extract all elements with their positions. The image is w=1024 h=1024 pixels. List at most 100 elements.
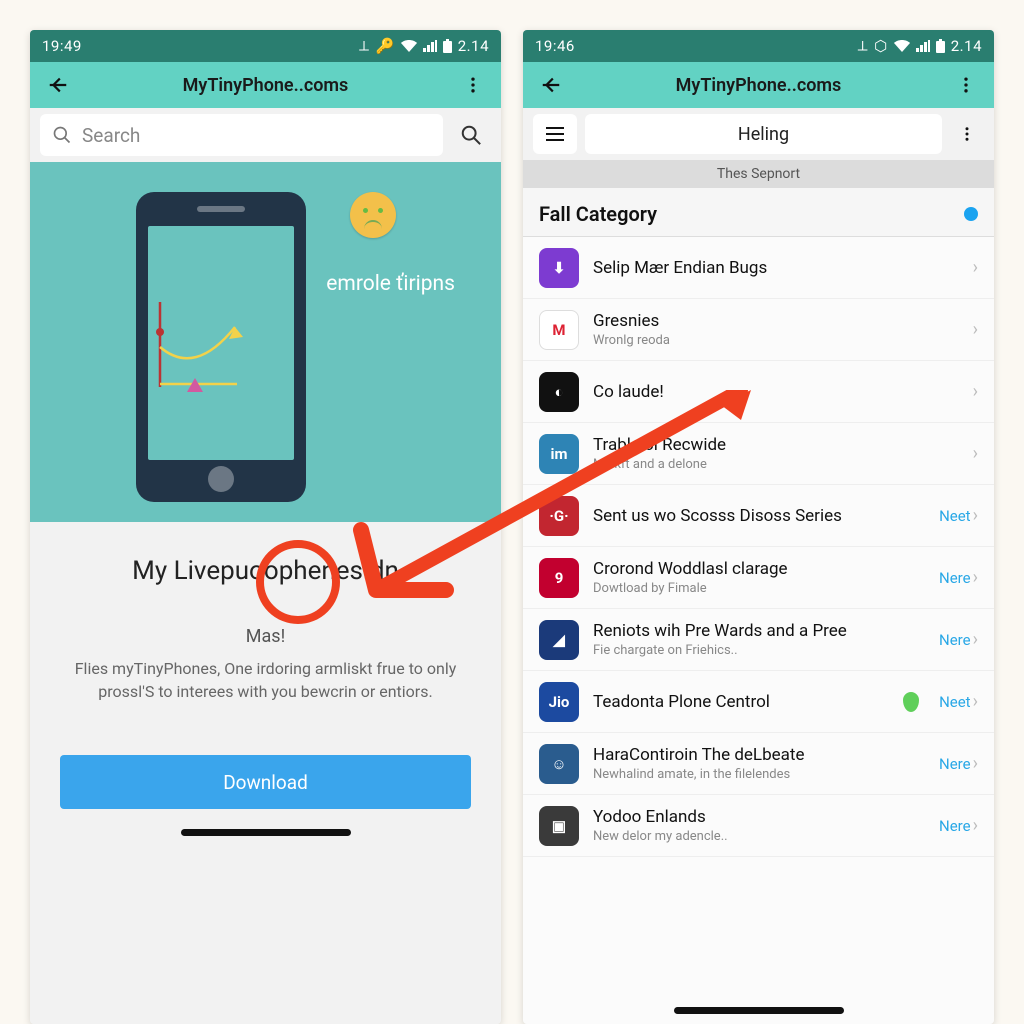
list-item[interactable]: Jio Teadonta Plone Centrol Neet›: [523, 671, 994, 733]
chevron-right-icon: ›: [973, 443, 978, 464]
list-item-subtitle: Dowtload by Fimale: [593, 581, 925, 596]
list-item[interactable]: ◢ Reniots wih Pre Wards and a Pree Fie cha…: [523, 609, 994, 671]
app-icon: 9: [539, 558, 579, 598]
list-item-title: Yodoo Enlands: [593, 807, 925, 827]
chart-doodle: [145, 292, 265, 412]
list-item-text: Sent us wo Scosss Disoss Series: [593, 506, 925, 526]
hero-banner: emrole ťiripns: [30, 162, 501, 522]
search-icon: [52, 125, 72, 145]
list-item-title: HaraContiroin The deLbeate: [593, 745, 925, 765]
list-item-subtitle: Wronlg reoda: [593, 333, 959, 348]
list-item-title: Teadonta Plone Centrol: [593, 692, 889, 712]
tab-heling[interactable]: Heling: [585, 114, 942, 154]
key-icon: 🔑: [376, 37, 395, 55]
list-item-text: Crorond Woddlasl clarageDowtload by Fima…: [593, 559, 925, 596]
overflow-menu[interactable]: [455, 67, 491, 103]
hero-label: emrole ťiripns: [326, 272, 455, 296]
list-item-action[interactable]: Neet›: [939, 691, 978, 712]
app-icon: im: [539, 434, 579, 474]
nav-handle[interactable]: [674, 1007, 844, 1014]
list-item-action[interactable]: Nere›: [939, 567, 978, 588]
menu-button[interactable]: [533, 114, 577, 154]
section-header: Fall Category: [523, 188, 994, 237]
app-icon: Jio: [539, 682, 579, 722]
right-phone: 19:46 ⟂ ⬡ 2.14 MyTinyPhone..coms: [523, 30, 994, 1024]
app-icon: ·G·: [539, 496, 579, 536]
description: Flies myTinyPhones, One irdoring armlisk…: [60, 657, 471, 703]
battery-icon: [936, 39, 945, 53]
statusbar-left: 19:49 ⟂ 🔑 2.14: [30, 30, 501, 62]
chevron-right-icon: ›: [973, 815, 978, 836]
appbar-title: MyTinyPhone..coms: [84, 75, 447, 96]
app-icon: ◢: [539, 620, 579, 660]
list-item-subtitle: Mickft and a delone: [593, 457, 959, 472]
wifi-icon: [894, 40, 910, 52]
list-item[interactable]: ▣Yodoo EnlandsNew delor my adencle..Nere…: [523, 795, 994, 857]
list-item-text: Trable ol Recwide Mickft and a delone: [593, 435, 959, 472]
list-item-text: Gresnies Wronlg reoda: [593, 311, 959, 348]
app-icon: ☺: [539, 744, 579, 784]
list-item-title: Gresnies: [593, 311, 959, 331]
chevron-right-icon: ›: [973, 257, 978, 278]
subtitle: Mas!: [60, 626, 471, 647]
sub-tab-bar[interactable]: Thes Sepnort: [523, 160, 994, 188]
left-phone: 19:49 ⟂ 🔑 2.14 MyTinyPhone..coms: [30, 30, 501, 1024]
location-badge-icon: [903, 692, 919, 712]
list-item-subtitle: Fie chargate on Friehics..: [593, 643, 925, 658]
chevron-right-icon: ›: [973, 505, 978, 526]
appbar-title: MyTinyPhone..coms: [577, 75, 940, 96]
signal-icon: [423, 40, 437, 52]
list-item-subtitle: Newhalind amate, in the filelendes: [593, 767, 925, 782]
list-item-title: Sent us wo Scosss Disoss Series: [593, 506, 925, 526]
appbar-right: MyTinyPhone..coms: [523, 62, 994, 108]
list-item-text: Yodoo EnlandsNew delor my adencle..: [593, 807, 925, 844]
download-button[interactable]: Download: [60, 755, 471, 809]
tab-row: Heling: [523, 108, 994, 160]
shield-icon: ⬡: [874, 37, 888, 55]
list-item[interactable]: M Gresnies Wronlg reoda ›: [523, 299, 994, 361]
section-title: Fall Category: [539, 202, 657, 226]
status-extra: 2.14: [951, 37, 982, 55]
list-item-action[interactable]: Nere›: [939, 815, 978, 836]
back-button[interactable]: [40, 67, 76, 103]
list-item-title: Selip Mær Endian Bugs: [593, 258, 959, 278]
chevron-right-icon: ›: [973, 753, 978, 774]
cast-icon: ⟂: [858, 37, 869, 55]
list-item-title: Trable ol Recwide: [593, 435, 959, 455]
search-input[interactable]: Search: [40, 114, 443, 156]
list-item-text: Selip Mær Endian Bugs: [593, 258, 959, 278]
statusbar-right: 19:46 ⟂ ⬡ 2.14: [523, 30, 994, 62]
list-item-title: Reniots wih Pre Wards and a Pree: [593, 621, 925, 641]
list-item-action[interactable]: Nere›: [939, 629, 978, 650]
status-extra: 2.14: [458, 37, 489, 55]
list-item[interactable]: ⬇Selip Mær Endian Bugs›: [523, 237, 994, 299]
overflow-menu[interactable]: [948, 67, 984, 103]
list-item[interactable]: ◐ Co laude! ›: [523, 361, 994, 423]
search-button[interactable]: [451, 115, 491, 155]
chevron-right-icon: ›: [973, 629, 978, 650]
cast-icon: ⟂: [359, 37, 370, 55]
list-item[interactable]: im Trable ol Recwide Mickft and a delone ›: [523, 423, 994, 485]
list-item-action[interactable]: Neet›: [939, 505, 978, 526]
chevron-right-icon: ›: [973, 691, 978, 712]
appbar-left: MyTinyPhone..coms: [30, 62, 501, 108]
nav-handle[interactable]: [181, 829, 351, 836]
tab-overflow[interactable]: [950, 114, 984, 154]
list-item-title: Co laude!: [593, 382, 959, 402]
category-list[interactable]: ⬇Selip Mær Endian Bugs›MGresniesWronlg r…: [523, 237, 994, 1024]
list-item[interactable]: ☺ HaraContiroin The deLbeate Newhalind ama…: [523, 733, 994, 795]
list-item-action[interactable]: Nere›: [939, 753, 978, 774]
chevron-right-icon: ›: [973, 319, 978, 340]
app-icon: ◐: [539, 372, 579, 412]
content-below: My Livepuoophenes.dn Mas! Flies myTinyPh…: [30, 522, 501, 1024]
battery-icon: [443, 39, 452, 53]
chevron-right-icon: ›: [973, 381, 978, 402]
list-item-text: Reniots wih Pre Wards and a Pree Fie char…: [593, 621, 925, 658]
info-icon[interactable]: [964, 207, 978, 221]
list-item[interactable]: 9 Crorond Woddlasl clarageDowtload by Fim…: [523, 547, 994, 609]
app-icon: M: [539, 310, 579, 350]
list-item[interactable]: ·G· Sent us wo Scosss Disoss Series Neet›: [523, 485, 994, 547]
wifi-icon: [401, 40, 417, 52]
list-item-text: HaraContiroin The deLbeate Newhalind amat…: [593, 745, 925, 782]
back-button[interactable]: [533, 67, 569, 103]
